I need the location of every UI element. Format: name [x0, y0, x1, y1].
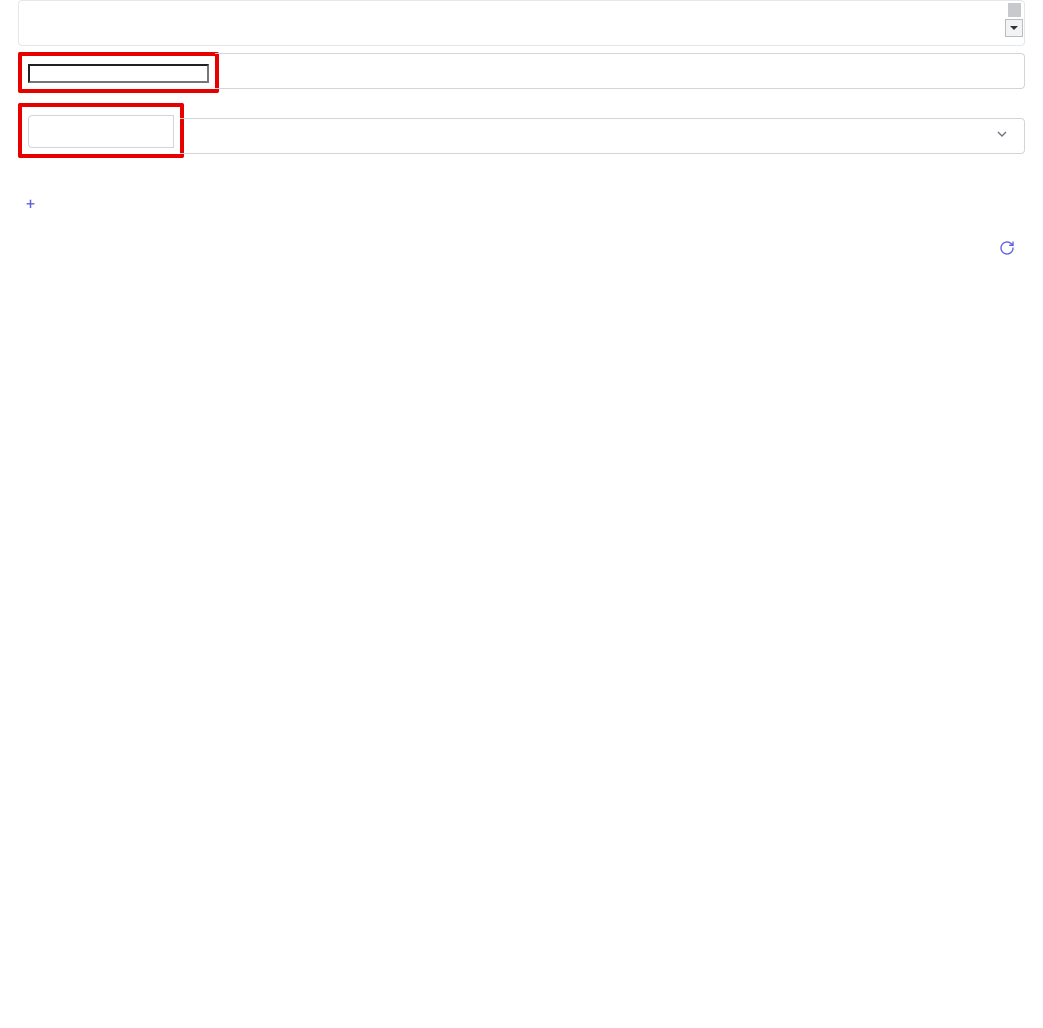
regenerate-outline-button[interactable]	[999, 240, 1025, 260]
chevron-down-icon	[994, 126, 1010, 146]
plus-icon: +	[26, 196, 35, 212]
tone-highlight	[18, 103, 184, 158]
refresh-icon	[999, 240, 1015, 260]
keyword-tag-panel[interactable]	[18, 0, 1025, 46]
scrollbar-down-button[interactable]	[1005, 19, 1023, 37]
add-link-button[interactable]: +	[18, 192, 51, 216]
tone-select-extended[interactable]	[180, 118, 1025, 160]
tone-select[interactable]	[28, 115, 174, 148]
article-length-highlight	[18, 52, 219, 93]
add-links-label	[18, 168, 1025, 186]
scrollbar-thumb[interactable]	[1008, 3, 1021, 17]
article-length-input-extended[interactable]	[215, 53, 1025, 95]
article-length-input[interactable]	[28, 64, 209, 83]
